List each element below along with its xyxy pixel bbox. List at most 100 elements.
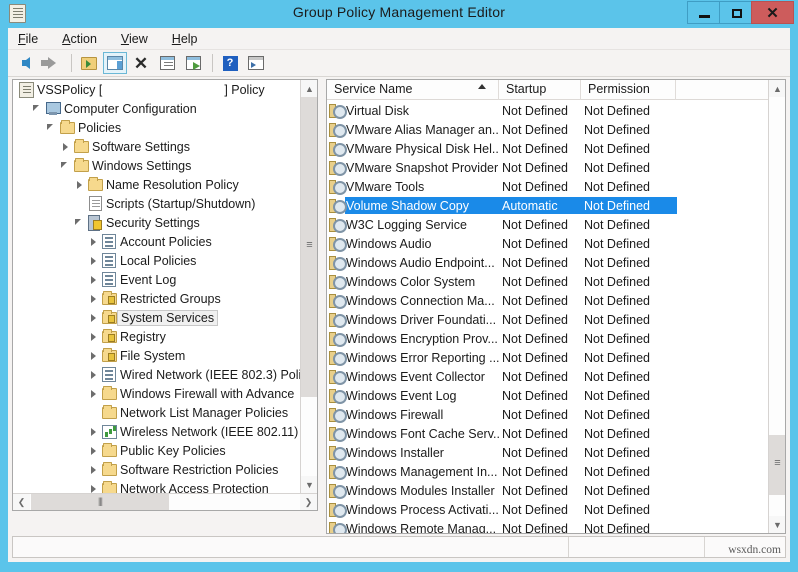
expand-triangle-icon[interactable] <box>59 137 72 156</box>
tree-item-software-settings[interactable]: Software Settings <box>13 137 301 156</box>
delete-button[interactable]: ✕ <box>129 52 153 74</box>
tree-item-restricted-groups[interactable]: Restricted Groups <box>13 289 301 308</box>
scroll-down-icon[interactable]: ▼ <box>301 476 318 493</box>
collapse-triangle-icon[interactable] <box>31 99 44 118</box>
back-button[interactable] <box>14 52 38 74</box>
expand-triangle-icon[interactable] <box>87 441 100 460</box>
help-button[interactable]: ? <box>218 52 242 74</box>
table-row[interactable]: Windows Management In...Not DefinedNot D… <box>327 462 770 481</box>
tree-item-account-policies[interactable]: Account Policies <box>13 232 301 251</box>
list-header: Service Name Startup Permission <box>327 80 770 100</box>
expand-triangle-icon[interactable] <box>87 460 100 479</box>
expand-triangle-icon[interactable] <box>87 327 100 346</box>
column-header-service-name[interactable]: Service Name <box>327 80 499 100</box>
expand-triangle-icon[interactable] <box>73 175 86 194</box>
scroll-right-icon[interactable]: ❯ <box>300 494 317 511</box>
menu-bar: File Action View Help <box>8 28 790 50</box>
properties-button[interactable] <box>155 52 179 74</box>
table-row[interactable]: Windows Modules InstallerNot DefinedNot … <box>327 481 770 500</box>
scroll-up-icon[interactable]: ▲ <box>301 80 318 97</box>
expand-triangle-icon[interactable] <box>87 346 100 365</box>
scroll-down-icon[interactable]: ▼ <box>769 516 786 533</box>
tree-item-security-settings[interactable]: Security Settings <box>13 213 301 232</box>
collapse-triangle-icon[interactable] <box>59 156 72 175</box>
list-scroll-thumb[interactable] <box>769 435 786 495</box>
table-row[interactable]: Windows Font Cache Serv...Not DefinedNot… <box>327 424 770 443</box>
show-hide-console-tree-button[interactable] <box>103 52 127 74</box>
close-button[interactable]: ✕ <box>751 1 794 24</box>
tree-item-network-list-manager-policies[interactable]: Network List Manager Policies <box>13 403 301 422</box>
tree-item-wired-network-ieee-802-3-polic[interactable]: Wired Network (IEEE 802.3) Polic <box>13 365 301 384</box>
table-row[interactable]: Windows Process Activati...Not DefinedNo… <box>327 500 770 519</box>
table-row[interactable]: Virtual DiskNot DefinedNot Defined <box>327 101 770 120</box>
expand-triangle-icon[interactable] <box>87 422 100 441</box>
tree-item-event-log[interactable]: Event Log <box>13 270 301 289</box>
table-row[interactable]: Windows Audio Endpoint...Not DefinedNot … <box>327 253 770 272</box>
table-row[interactable]: Volume Shadow CopyAutomaticNot Defined <box>327 196 770 215</box>
tree-item-computer-configuration[interactable]: Computer Configuration <box>13 99 301 118</box>
scroll-left-icon[interactable]: ❮ <box>13 494 30 511</box>
tree-item-registry[interactable]: Registry <box>13 327 301 346</box>
scroll-up-icon[interactable]: ▲ <box>769 80 786 97</box>
maximize-button[interactable] <box>719 1 752 24</box>
tree-horizontal-scrollbar[interactable]: ❮ ❯ <box>13 493 317 510</box>
table-row[interactable]: Windows Connection Ma...Not DefinedNot D… <box>327 291 770 310</box>
tree-hscroll-thumb[interactable] <box>31 494 169 511</box>
tree-vertical-scrollbar[interactable]: ▲ ▼ <box>300 80 317 510</box>
table-row[interactable]: Windows Event CollectorNot DefinedNot De… <box>327 367 770 386</box>
tree-item-public-key-policies[interactable]: Public Key Policies <box>13 441 301 460</box>
table-row[interactable]: Windows Remote Manag...Not DefinedNot De… <box>327 519 770 533</box>
table-row[interactable]: Windows FirewallNot DefinedNot Defined <box>327 405 770 424</box>
menu-action[interactable]: Action <box>60 30 109 48</box>
up-one-level-button[interactable] <box>77 52 101 74</box>
tree-item-system-services[interactable]: System Services <box>13 308 301 327</box>
cell-startup: Automatic <box>500 199 582 213</box>
expand-triangle-icon[interactable] <box>87 289 100 308</box>
table-row[interactable]: VMware Alias Manager an...Not DefinedNot… <box>327 120 770 139</box>
table-row[interactable]: Windows InstallerNot DefinedNot Defined <box>327 443 770 462</box>
tree-item-scripts-startup-shutdown[interactable]: Scripts (Startup/Shutdown) <box>13 194 301 213</box>
list-vertical-scrollbar[interactable]: ▲ ▼ <box>768 80 785 533</box>
tree-item-local-policies[interactable]: Local Policies <box>13 251 301 270</box>
table-row[interactable]: Windows Error Reporting ...Not DefinedNo… <box>327 348 770 367</box>
export-list-button[interactable] <box>181 52 205 74</box>
forward-button[interactable] <box>40 52 64 74</box>
menu-help[interactable]: Help <box>170 30 210 48</box>
column-header-startup[interactable]: Startup <box>499 80 581 100</box>
tree-item-file-system[interactable]: File System <box>13 346 301 365</box>
expand-triangle-icon[interactable] <box>87 232 100 251</box>
table-row[interactable]: Windows Driver Foundati...Not DefinedNot… <box>327 310 770 329</box>
window-title: Group Policy Management Editor <box>0 4 798 20</box>
tree-scroll-thumb[interactable] <box>301 97 318 397</box>
tree-item-windows-settings[interactable]: Windows Settings <box>13 156 301 175</box>
collapse-triangle-icon[interactable] <box>73 213 86 232</box>
table-row[interactable]: Windows AudioNot DefinedNot Defined <box>327 234 770 253</box>
tree-item-policies[interactable]: Policies <box>13 118 301 137</box>
table-row[interactable]: Windows Encryption Prov...Not DefinedNot… <box>327 329 770 348</box>
toolbar-separator <box>212 54 213 72</box>
minimize-button[interactable] <box>687 1 720 24</box>
tree-item-wireless-network-ieee-802-11-p[interactable]: Wireless Network (IEEE 802.11) P <box>13 422 301 441</box>
tree-item-name-resolution-policy[interactable]: Name Resolution Policy <box>13 175 301 194</box>
table-row[interactable]: Windows Color SystemNot DefinedNot Defin… <box>327 272 770 291</box>
column-header-permission[interactable]: Permission <box>581 80 676 100</box>
expand-triangle-icon[interactable] <box>87 308 100 327</box>
menu-view[interactable]: View <box>119 30 160 48</box>
table-row[interactable]: VMware Physical Disk Hel...Not DefinedNo… <box>327 139 770 158</box>
table-row[interactable]: VMware Snapshot ProviderNot DefinedNot D… <box>327 158 770 177</box>
table-row[interactable]: W3C Logging ServiceNot DefinedNot Define… <box>327 215 770 234</box>
cell-startup: Not Defined <box>500 180 582 194</box>
expand-triangle-icon[interactable] <box>87 384 100 403</box>
expand-triangle-icon[interactable] <box>87 270 100 289</box>
menu-file[interactable]: File <box>16 30 50 48</box>
show-hide-action-pane-button[interactable] <box>244 52 268 74</box>
tree-item-windows-firewall-with-advance[interactable]: Windows Firewall with Advance <box>13 384 301 403</box>
tree-root-node[interactable]: VSSPolicy [] Policy <box>13 80 301 99</box>
tree-item-software-restriction-policies[interactable]: Software Restriction Policies <box>13 460 301 479</box>
table-row[interactable]: Windows Event LogNot DefinedNot Defined <box>327 386 770 405</box>
table-row[interactable]: VMware ToolsNot DefinedNot Defined <box>327 177 770 196</box>
collapse-triangle-icon[interactable] <box>45 118 58 137</box>
row-cells: Windows Process Activati...Not DefinedNo… <box>345 501 677 518</box>
expand-triangle-icon[interactable] <box>87 365 100 384</box>
expand-triangle-icon[interactable] <box>87 251 100 270</box>
